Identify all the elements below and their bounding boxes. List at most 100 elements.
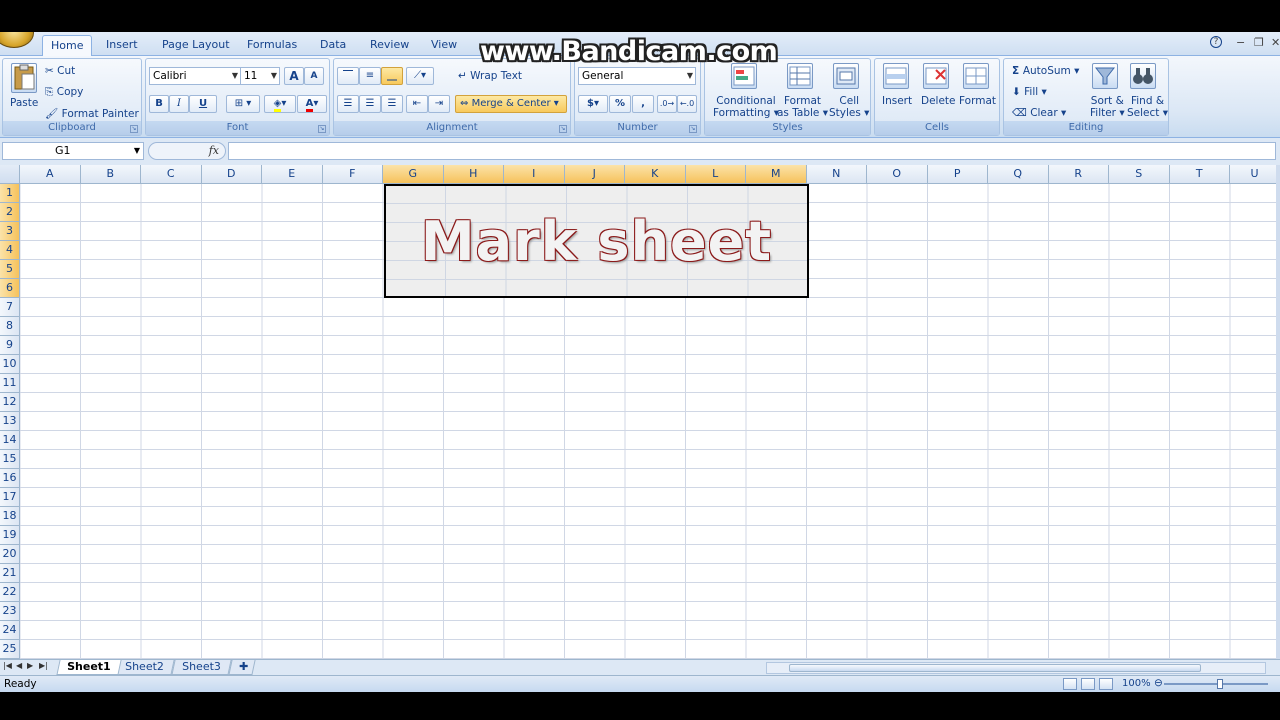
grow-font-button[interactable]: A [284,67,304,85]
column-header-r[interactable]: R [1048,165,1109,184]
row-header-8[interactable]: 8 [0,317,20,336]
tab-page-layout[interactable]: Page Layout [154,35,238,56]
align-top-button[interactable]: ⎺ [337,67,359,85]
tab-insert[interactable]: Insert [98,35,146,56]
zoom-slider-thumb[interactable] [1217,679,1223,689]
number-format-select[interactable]: General ▼ [578,67,696,85]
find-select-button[interactable]: Find & Select ▾ [1127,95,1168,119]
align-middle-button[interactable]: ≡ [359,67,381,85]
page-layout-view-icon[interactable] [1081,678,1095,690]
row-header-3[interactable]: 3 [0,222,20,241]
clipboard-launcher-icon[interactable]: ↘ [130,125,138,133]
row-header-12[interactable]: 12 [0,393,20,412]
row-header-23[interactable]: 23 [0,602,20,621]
italic-button[interactable]: I [169,95,189,113]
first-sheet-icon[interactable]: |◀ [3,661,12,670]
column-header-l[interactable]: L [685,165,746,184]
row-header-22[interactable]: 22 [0,583,20,602]
zoom-slider[interactable] [1164,683,1268,685]
font-color-button[interactable]: A▾ [297,95,327,113]
column-header-d[interactable]: D [201,165,262,184]
fill-button[interactable]: ⬇ Fill ▾ [1012,86,1047,98]
sheet-tab-sheet1[interactable]: Sheet1 [56,660,122,675]
row-header-20[interactable]: 20 [0,545,20,564]
wrap-text-button[interactable]: ↵ Wrap Text [458,70,522,82]
row-header-19[interactable]: 19 [0,526,20,545]
column-header-a[interactable]: A [20,165,81,184]
align-right-button[interactable]: ☰ [381,95,403,113]
last-sheet-icon[interactable]: ▶| [39,661,48,670]
fill-color-button[interactable]: ◈▾ [264,95,296,113]
number-launcher-icon[interactable]: ↘ [689,125,697,133]
prev-sheet-icon[interactable]: ◀ [16,661,22,670]
alignment-launcher-icon[interactable]: ↘ [559,125,567,133]
column-header-m[interactable]: M [746,165,807,184]
column-header-i[interactable]: I [504,165,565,184]
underline-button[interactable]: U [189,95,217,113]
tab-formulas[interactable]: Formulas [239,35,305,56]
page-break-view-icon[interactable] [1099,678,1113,690]
row-header-2[interactable]: 2 [0,203,20,222]
column-header-q[interactable]: Q [988,165,1049,184]
fx-icon[interactable]: fx [209,144,219,157]
currency-button[interactable]: $▾ [578,95,608,113]
row-header-16[interactable]: 16 [0,469,20,488]
increase-indent-button[interactable]: ⇥ [428,95,450,113]
zoom-out-icon[interactable]: ⊖ [1154,677,1163,689]
cell-styles-button[interactable]: Cell Styles ▾ [829,95,869,119]
decrease-indent-button[interactable]: ⇤ [406,95,428,113]
align-bottom-button[interactable]: ⎽ [381,67,403,85]
name-box[interactable]: G1 ▼ [2,142,144,160]
bold-button[interactable]: B [149,95,169,113]
merge-center-button[interactable]: ⇔ Merge & Center ▾ [455,95,567,113]
normal-view-icon[interactable] [1063,678,1077,690]
font-launcher-icon[interactable]: ↘ [318,125,326,133]
font-family-select[interactable]: Calibri ▼ [149,67,241,85]
shrink-font-button[interactable]: A [304,67,324,85]
comma-button[interactable]: , [632,95,654,113]
office-button[interactable] [0,32,34,48]
insert-cells-button[interactable]: Insert [882,95,912,107]
row-header-13[interactable]: 13 [0,412,20,431]
row-header-4[interactable]: 4 [0,241,20,260]
column-header-h[interactable]: H [443,165,504,184]
select-all-corner[interactable] [0,165,20,184]
column-header-e[interactable]: E [262,165,323,184]
increase-decimal-button[interactable]: .0→ [657,95,677,113]
column-header-g[interactable]: G [383,165,444,184]
minimize-icon[interactable]: − [1236,36,1245,49]
row-header-11[interactable]: 11 [0,374,20,393]
clear-button[interactable]: ⌫ Clear ▾ [1012,107,1066,119]
autosum-button[interactable]: Σ AutoSum ▾ [1012,65,1079,77]
merged-title-cell[interactable]: Mark sheet [384,184,809,298]
row-header-15[interactable]: 15 [0,450,20,469]
column-header-b[interactable]: B [80,165,141,184]
conditional-formatting-button[interactable]: Conditional Formatting ▾ [713,95,779,119]
row-header-25[interactable]: 25 [0,640,20,659]
delete-cells-button[interactable]: Delete [921,95,956,107]
column-header-o[interactable]: O [867,165,928,184]
paste-icon[interactable] [11,63,37,93]
row-header-10[interactable]: 10 [0,355,20,374]
percent-button[interactable]: % [609,95,631,113]
copy-button[interactable]: ⎘ Copy [45,86,83,99]
format-painter-button[interactable]: 🖌 Format Painter [45,107,139,120]
sort-filter-button[interactable]: Sort & Filter ▾ [1090,95,1125,119]
sheet-tab-sheet2[interactable]: Sheet2 [114,660,175,675]
row-header-1[interactable]: 1 [0,184,20,203]
borders-button[interactable]: ⊞ ▾ [226,95,260,113]
format-cells-button[interactable]: Format [959,95,996,107]
font-size-select[interactable]: 11 ▼ [240,67,280,85]
zoom-level[interactable]: 100% [1122,678,1151,689]
paste-button[interactable]: Paste [10,97,38,109]
row-header-5[interactable]: 5 [0,260,20,279]
column-header-j[interactable]: J [564,165,625,184]
row-header-9[interactable]: 9 [0,336,20,355]
row-header-14[interactable]: 14 [0,431,20,450]
horizontal-scroll-thumb[interactable] [789,664,1201,672]
row-header-24[interactable]: 24 [0,621,20,640]
orientation-button[interactable]: ⟋▾ [406,67,434,85]
decrease-decimal-button[interactable]: ←.0 [677,95,697,113]
next-sheet-icon[interactable]: ▶ [27,661,33,670]
row-header-17[interactable]: 17 [0,488,20,507]
